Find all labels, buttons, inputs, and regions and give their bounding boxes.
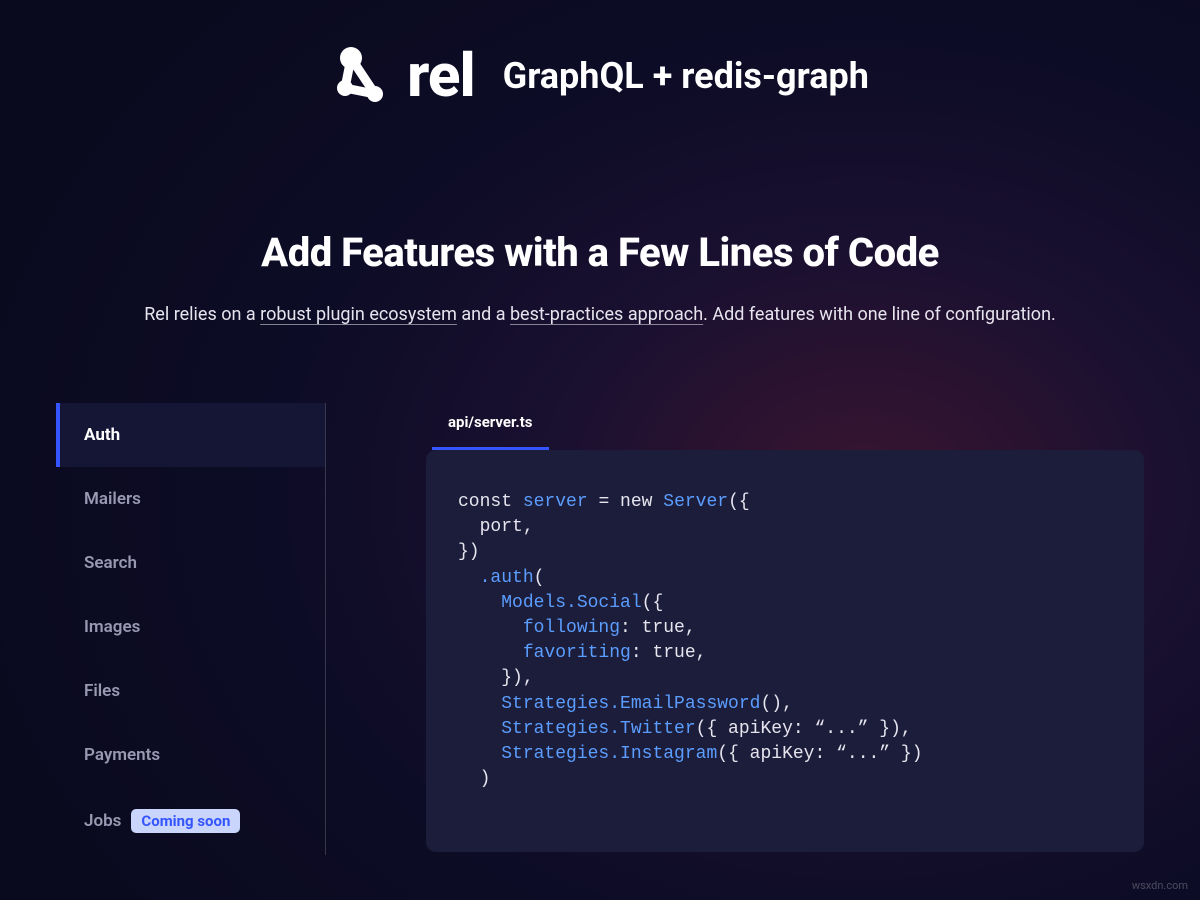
hero: Add Features with a Few Lines of Code Re… (0, 229, 1200, 325)
hero-title: Add Features with a Few Lines of Code (0, 229, 1200, 276)
brand-name: rel (407, 40, 475, 111)
attribution: wsxdn.com (1132, 879, 1188, 892)
tab-auth[interactable]: Auth (56, 403, 325, 467)
file-tab[interactable]: api/server.ts (432, 403, 549, 450)
content: Auth Mailers Search Images Files Payment… (56, 403, 1144, 855)
main: api/server.ts const server = new Server(… (426, 403, 1144, 855)
brand-tagline: GraphQL + redis-graph (503, 55, 869, 97)
tab-files[interactable]: Files (56, 659, 325, 723)
tab-search[interactable]: Search (56, 531, 325, 595)
badge-coming-soon: Coming soon (131, 809, 240, 833)
logo-icon (331, 44, 395, 108)
link-best-practices[interactable]: best-practices approach (510, 304, 703, 325)
tab-payments[interactable]: Payments (56, 723, 325, 787)
brand: rel (331, 40, 475, 111)
link-plugin-ecosystem[interactable]: robust plugin ecosystem (260, 304, 457, 325)
tab-jobs[interactable]: Jobs Coming soon (56, 787, 325, 855)
code-block: const server = new Server({ port, }) .au… (426, 450, 1144, 852)
sidebar: Auth Mailers Search Images Files Payment… (56, 403, 326, 855)
header: rel GraphQL + redis-graph (0, 0, 1200, 111)
tab-images[interactable]: Images (56, 595, 325, 659)
hero-subtitle: Rel relies on a robust plugin ecosystem … (0, 304, 1200, 325)
tab-mailers[interactable]: Mailers (56, 467, 325, 531)
